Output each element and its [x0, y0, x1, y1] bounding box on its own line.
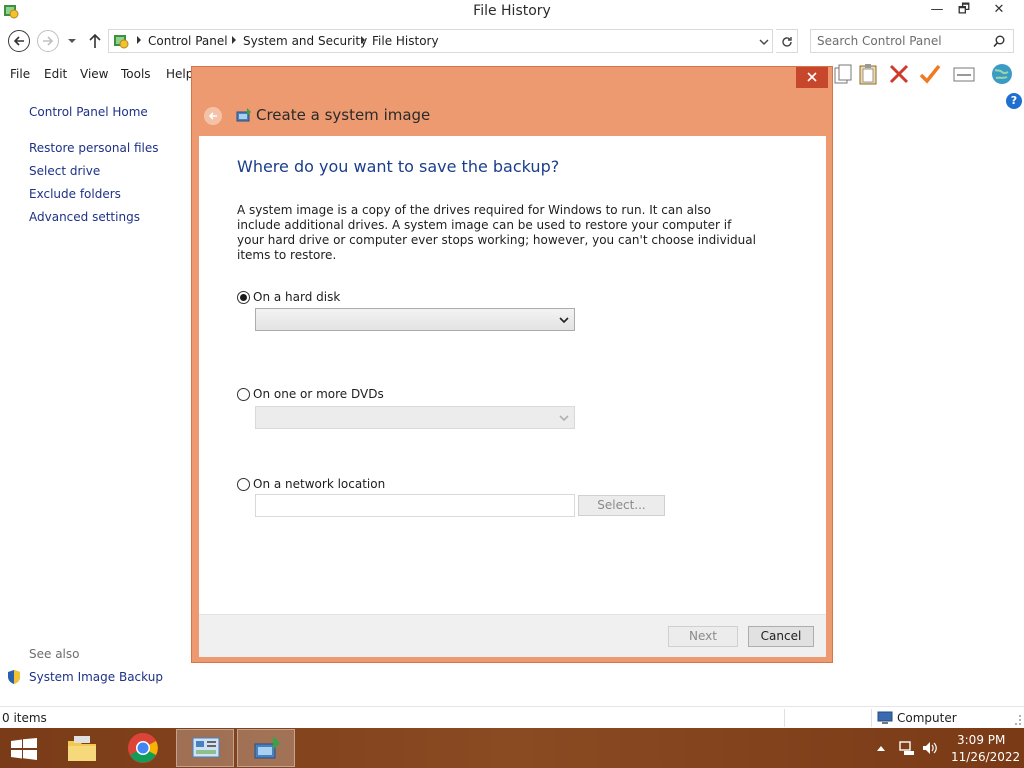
hard-disk-label[interactable]: On a hard disk [253, 290, 340, 304]
breadcrumb-file-history[interactable]: File History [372, 34, 439, 48]
refresh-icon [782, 37, 792, 47]
arrow-left-icon [13, 36, 24, 46]
search-box[interactable] [810, 29, 1014, 53]
dvd-label[interactable]: On one or more DVDs [253, 387, 384, 401]
window-title: File History [473, 3, 551, 19]
properties-icon[interactable] [952, 62, 976, 86]
arrow-left-icon [208, 112, 217, 120]
status-divider [871, 709, 872, 727]
taskbar-control-panel[interactable] [176, 729, 234, 767]
next-button: Next [668, 626, 738, 647]
status-bar: 0 items Computer [0, 706, 1024, 728]
exclude-folders-link[interactable]: Exclude folders [29, 187, 121, 201]
computer-icon [877, 711, 893, 724]
checkmark-icon[interactable] [918, 62, 942, 86]
menu-file[interactable]: File [10, 67, 30, 81]
taskbar-system-image-backup[interactable] [237, 729, 295, 767]
system-image-backup-icon [254, 736, 280, 759]
breadcrumb-separator-icon[interactable] [230, 35, 238, 45]
select-network-button: Select... [578, 495, 665, 516]
create-system-image-dialog: Create a system image Where do you want … [191, 66, 833, 663]
network-icon[interactable] [899, 740, 915, 756]
address-row: Control Panel System and Security File H… [0, 27, 1024, 55]
close-icon [807, 72, 817, 82]
dialog-close-button[interactable] [796, 67, 828, 88]
shield-icon [8, 670, 20, 684]
hard-disk-radio[interactable] [237, 291, 250, 304]
forward-button[interactable] [37, 30, 59, 52]
clock-time[interactable]: 3:09 PM [957, 733, 1005, 747]
copy-icon[interactable] [831, 62, 855, 86]
address-bar[interactable]: Control Panel System and Security File H… [108, 29, 773, 53]
system-image-backup-link[interactable]: System Image Backup [29, 670, 163, 684]
hard-disk-select[interactable] [255, 308, 575, 331]
paste-icon[interactable] [856, 62, 880, 86]
file-explorer-icon [68, 736, 96, 761]
menu-help[interactable]: Help [166, 67, 193, 81]
taskbar: 3:09 PM 11/26/2022 [0, 728, 1024, 768]
item-count: 0 items [2, 711, 47, 725]
location-label: Computer [897, 711, 957, 725]
volume-icon[interactable] [921, 740, 939, 756]
clock-date[interactable]: 11/26/2022 [951, 750, 1020, 764]
control-panel-home-link[interactable]: Control Panel Home [29, 105, 148, 119]
control-panel-icon [114, 35, 129, 49]
dialog-title: Create a system image [256, 106, 431, 124]
breadcrumb-system-and-security[interactable]: System and Security [243, 34, 367, 48]
dialog-body: Where do you want to save the backup? A … [199, 136, 826, 614]
breadcrumb-separator-icon[interactable] [359, 35, 367, 45]
address-history-chevron-icon[interactable] [759, 38, 769, 46]
network-path-input [255, 494, 575, 517]
status-divider [784, 709, 785, 727]
restore-personal-files-link[interactable]: Restore personal files [29, 141, 159, 155]
breadcrumb-control-panel[interactable]: Control Panel [148, 34, 228, 48]
back-button[interactable] [8, 30, 30, 52]
see-also-label: See also [29, 647, 80, 661]
title-bar: File History — 🗗 ✕ [0, 0, 1024, 24]
recent-locations-chevron-icon[interactable] [67, 37, 77, 45]
maximize-button[interactable]: 🗗 [952, 0, 976, 22]
globe-icon[interactable] [990, 62, 1014, 86]
chevron-down-icon [559, 415, 569, 422]
dialog-footer: Next Cancel [199, 614, 826, 657]
dvd-select [255, 406, 575, 429]
chrome-icon [128, 733, 158, 763]
up-arrow-icon[interactable] [88, 33, 102, 49]
cancel-button[interactable]: Cancel [748, 626, 814, 647]
search-input[interactable] [817, 33, 987, 49]
network-location-label[interactable]: On a network location [253, 477, 385, 491]
refresh-button[interactable] [776, 29, 798, 53]
advanced-settings-link[interactable]: Advanced settings [29, 210, 140, 224]
breadcrumb-separator-icon[interactable] [135, 35, 143, 45]
close-button[interactable]: ✕ [976, 0, 1022, 22]
dialog-description: A system image is a copy of the drives r… [237, 203, 756, 262]
minimize-button[interactable]: — [922, 0, 952, 22]
resize-grip-icon[interactable] [1012, 713, 1022, 727]
menu-edit[interactable]: Edit [44, 67, 67, 81]
menu-tools[interactable]: Tools [121, 67, 151, 81]
arrow-right-icon [43, 36, 54, 46]
system-image-backup-icon [236, 108, 251, 122]
control-panel-icon [192, 737, 220, 758]
dialog-heading: Where do you want to save the backup? [237, 157, 560, 176]
select-drive-link[interactable]: Select drive [29, 164, 100, 178]
help-icon[interactable]: ? [1006, 93, 1022, 109]
show-hidden-icons-icon[interactable] [876, 744, 886, 752]
taskbar-file-explorer[interactable] [53, 729, 111, 767]
menu-view[interactable]: View [80, 67, 108, 81]
search-icon[interactable] [993, 35, 1005, 48]
windows-start-icon[interactable] [10, 738, 38, 760]
delete-icon[interactable] [887, 62, 911, 86]
network-location-radio[interactable] [237, 478, 250, 491]
taskbar-chrome[interactable] [114, 729, 172, 767]
dialog-back-button[interactable] [204, 107, 222, 125]
chevron-down-icon [559, 317, 569, 324]
dvd-radio[interactable] [237, 388, 250, 401]
